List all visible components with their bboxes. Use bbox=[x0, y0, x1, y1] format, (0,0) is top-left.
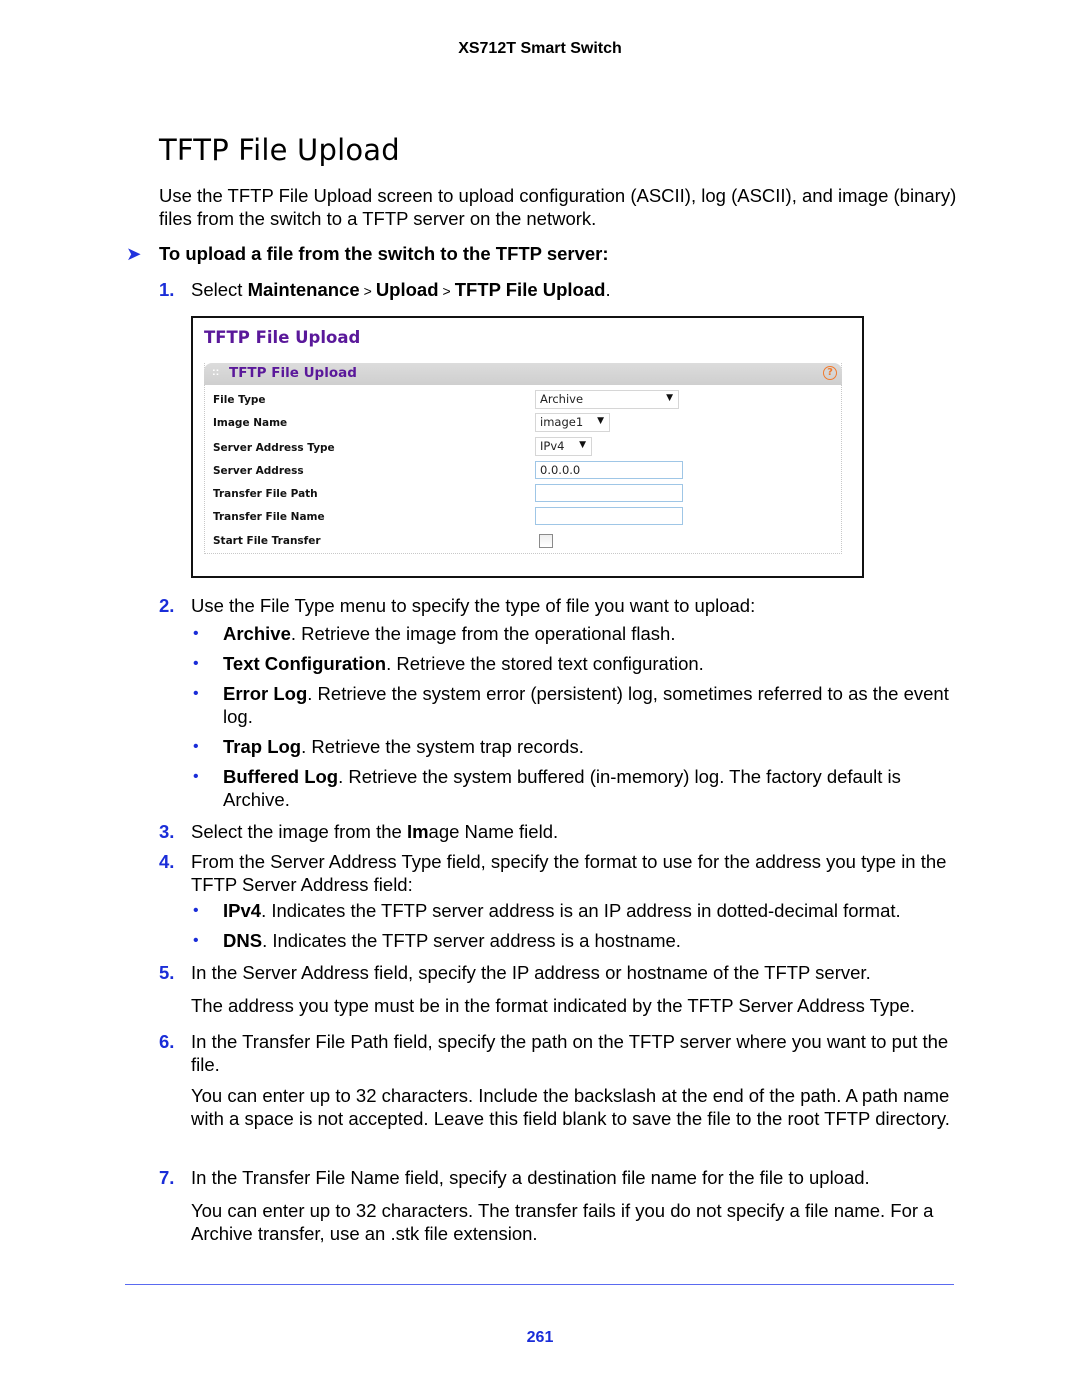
menu-path-maintenance: Maintenance bbox=[247, 279, 360, 300]
bullet-term: Text Configuration bbox=[223, 653, 387, 674]
chevron-down-icon: ▼ bbox=[597, 416, 604, 426]
image-name-select[interactable]: image1 ▼ bbox=[535, 413, 610, 432]
footer-divider bbox=[125, 1284, 954, 1285]
transfer-file-path-input[interactable] bbox=[535, 484, 683, 502]
step-number: 4. bbox=[159, 851, 175, 872]
step-5-note: The address you type must be in the form… bbox=[191, 995, 915, 1016]
list-item: • Buffered Log. Retrieve the system buffe… bbox=[193, 765, 953, 811]
list-item: • Text Configuration. Retrieve the stored… bbox=[193, 652, 953, 675]
step-text: In the Transfer File Name field, specify… bbox=[191, 1167, 870, 1188]
step-number: 5. bbox=[159, 962, 175, 983]
step-3: 3. Select the image from the Image Name … bbox=[159, 820, 949, 843]
server-address-input[interactable]: 0.0.0.0 bbox=[535, 461, 683, 479]
step-6: 6. In the Transfer File Path field, spec… bbox=[159, 1030, 949, 1076]
intro-paragraph: Use the TFTP File Upload screen to uploa… bbox=[159, 185, 957, 229]
step-6-note: You can enter up to 32 characters. Inclu… bbox=[191, 1085, 950, 1129]
step-1: 1. Select Maintenance > Upload > TFTP File U… bbox=[159, 278, 949, 303]
bullet-term: Error Log bbox=[223, 683, 308, 704]
field-label-image-name: Image Name bbox=[213, 417, 288, 429]
field-label-file-type: File Type bbox=[213, 394, 266, 406]
bullet-icon: • bbox=[193, 768, 199, 785]
field-label-transfer-file-path: Transfer File Path bbox=[213, 488, 318, 500]
bullet-icon: • bbox=[193, 685, 199, 702]
bullet-icon: • bbox=[193, 932, 199, 949]
list-item: • IPv4. Indicates the TFTP server address… bbox=[193, 899, 953, 922]
settings-panel: :: TFTP File Upload ? File Type Archive ▼… bbox=[204, 363, 842, 554]
step-text: Select bbox=[191, 279, 248, 300]
procedure-heading: ➤ To upload a file from the switch to the… bbox=[126, 243, 609, 265]
transfer-file-name-input[interactable] bbox=[535, 507, 683, 525]
bullet-desc: . Retrieve the system error (persistent)… bbox=[223, 683, 949, 727]
step-text-bold: Im bbox=[406, 821, 429, 842]
step-text: age Name field. bbox=[428, 821, 559, 842]
list-item: • Error Log. Retrieve the system error (p… bbox=[193, 682, 953, 728]
bullet-desc: . Indicates the TFTP server address is a… bbox=[262, 930, 681, 951]
path-separator: > bbox=[442, 283, 451, 299]
step-text: In the Transfer File Path field, specify… bbox=[191, 1031, 949, 1075]
bullet-desc: . Indicates the TFTP server address is a… bbox=[261, 900, 901, 921]
file-type-select[interactable]: Archive ▼ bbox=[535, 390, 679, 409]
chevron-down-icon: ▼ bbox=[579, 440, 586, 450]
bullet-desc: . Retrieve the image from the operationa… bbox=[290, 623, 676, 644]
arrow-bullet-icon: ➤ bbox=[126, 243, 142, 264]
bullet-term: DNS bbox=[223, 930, 263, 951]
image-name-value: image1 bbox=[540, 415, 584, 429]
server-address-type-select[interactable]: IPv4 ▼ bbox=[535, 437, 592, 456]
chevron-down-icon: ▼ bbox=[666, 393, 673, 403]
path-separator: > bbox=[363, 283, 372, 299]
step-text: In the Server Address field, specify the… bbox=[191, 962, 871, 983]
bullet-icon: • bbox=[193, 655, 199, 672]
ui-screenshot: TFTP File Upload :: TFTP File Upload ? F… bbox=[191, 316, 864, 578]
step-4: 4. From the Server Address Type field, s… bbox=[159, 850, 949, 896]
bullet-icon: • bbox=[193, 625, 199, 642]
step-5: 5. In the Server Address field, specify … bbox=[159, 961, 949, 984]
field-label-start-file-transfer: Start File Transfer bbox=[213, 535, 321, 547]
field-label-transfer-file-name: Transfer File Name bbox=[213, 511, 325, 523]
step-text: Select the image from the bbox=[191, 821, 407, 842]
menu-path-tftp-file-upload: TFTP File Upload bbox=[454, 279, 606, 300]
bullet-term: Buffered Log bbox=[223, 766, 339, 787]
list-item: • DNS. Indicates the TFTP server address … bbox=[193, 929, 953, 952]
running-header: XS712T Smart Switch bbox=[458, 40, 622, 57]
file-type-value: Archive bbox=[540, 392, 584, 406]
field-label-server-address: Server Address bbox=[213, 465, 304, 477]
field-label-server-address-type: Server Address Type bbox=[213, 442, 335, 454]
bullet-icon: • bbox=[193, 738, 199, 755]
bullet-term: Archive bbox=[223, 623, 291, 644]
server-address-type-value: IPv4 bbox=[540, 439, 565, 453]
panel-title: TFTP File Upload bbox=[229, 365, 357, 381]
bullet-icon: • bbox=[193, 902, 199, 919]
panel-header: :: TFTP File Upload ? bbox=[204, 363, 842, 385]
step-number: 6. bbox=[159, 1031, 175, 1052]
page-title: TFTP File Upload bbox=[159, 133, 400, 167]
procedure-heading-text: To upload a file from the switch to the … bbox=[159, 243, 609, 264]
list-item: • Trap Log. Retrieve the system trap reco… bbox=[193, 735, 953, 758]
step-text: From the Server Address Type field, spec… bbox=[191, 851, 947, 895]
step-number: 7. bbox=[159, 1167, 175, 1188]
help-icon[interactable]: ? bbox=[823, 366, 837, 380]
bullet-desc: . Retrieve the system trap records. bbox=[301, 736, 584, 757]
drag-grip-icon: :: bbox=[212, 366, 220, 378]
screen-title: TFTP File Upload bbox=[204, 328, 361, 347]
step-7: 7. In the Transfer File Name field, spec… bbox=[159, 1166, 949, 1189]
step-text: Use the File Type menu to specify the ty… bbox=[191, 595, 756, 616]
step-7-note: You can enter up to 32 characters. The t… bbox=[191, 1200, 934, 1244]
step-text: . bbox=[605, 279, 611, 300]
step-number: 1. bbox=[159, 279, 175, 300]
bullet-term: Trap Log bbox=[223, 736, 302, 757]
step-2: 2. Use the File Type menu to specify the… bbox=[159, 594, 949, 617]
start-file-transfer-checkbox[interactable] bbox=[539, 534, 553, 548]
bullet-term: IPv4 bbox=[223, 900, 262, 921]
menu-path-upload: Upload bbox=[375, 279, 439, 300]
step-number: 2. bbox=[159, 595, 175, 616]
list-item: • Archive. Retrieve the image from the op… bbox=[193, 622, 953, 645]
page-number: 261 bbox=[526, 1329, 554, 1346]
step-number: 3. bbox=[159, 821, 175, 842]
bullet-desc: . Retrieve the stored text configuration… bbox=[386, 653, 704, 674]
